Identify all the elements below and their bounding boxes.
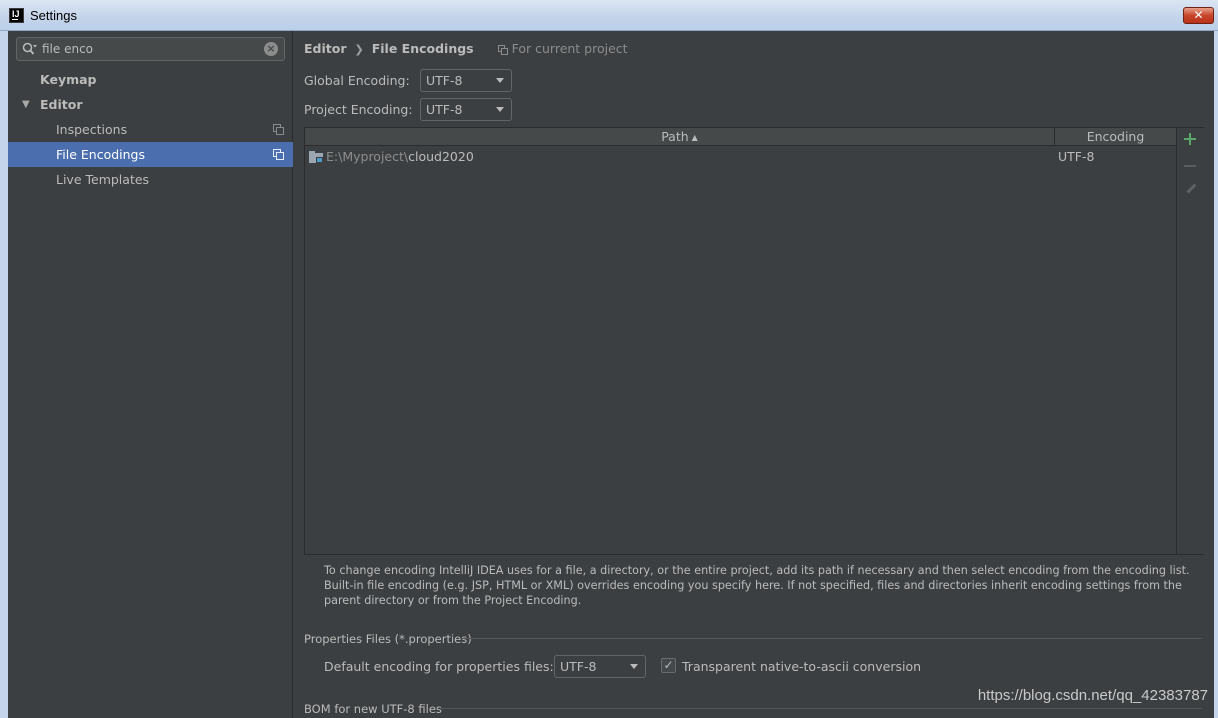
breadcrumb-separator-icon: ❯ (354, 43, 364, 56)
section-divider (462, 638, 1202, 639)
sidebar-item-label: Inspections (56, 122, 128, 137)
settings-search-input[interactable] (42, 40, 257, 58)
chevron-down-icon (496, 78, 504, 83)
chevron-down-icon (496, 107, 504, 112)
scope-label: For current project (497, 41, 628, 56)
project-scope-icon (273, 149, 284, 160)
bom-section-title: BOM for new UTF-8 files (304, 702, 442, 716)
table-header: Path ▲ Encoding (305, 128, 1176, 146)
sidebar-item-file-encodings[interactable]: File Encodings (8, 142, 293, 167)
table-toolbar (1177, 127, 1204, 555)
properties-section-title: Properties Files (*.properties) (304, 632, 472, 646)
watermark-text: https://blog.csdn.net/qq_42383787 (977, 687, 1208, 704)
expanded-arrow-icon[interactable]: ▼ (22, 92, 30, 117)
sidebar-item-label: Live Templates (56, 172, 150, 187)
transparent-conversion-label[interactable]: Transparent native-to-ascii conversion (682, 659, 921, 674)
chevron-down-icon (630, 664, 638, 669)
properties-encoding-select[interactable]: UTF-8 (554, 655, 646, 678)
settings-sidebar: × Keymap ▼ Editor Inspections File Encod… (8, 31, 293, 718)
properties-default-encoding-label: Default encoding for properties files: (324, 659, 554, 674)
module-folder-icon (309, 151, 323, 163)
project-encoding-label: Project Encoding: (304, 102, 413, 117)
encoding-help-text: To change encoding IntelliJ IDEA uses fo… (324, 564, 1190, 607)
sort-ascending-icon: ▲ (691, 133, 698, 142)
window-title-bar[interactable]: IJ Settings ✕ (0, 0, 1218, 31)
encoding-cell[interactable]: UTF-8 (1058, 149, 1094, 164)
encoding-column-header[interactable]: Encoding (1055, 128, 1176, 146)
table-row[interactable]: E:\Myproject\cloud2020 UTF-8 (305, 147, 1176, 167)
properties-encoding-value: UTF-8 (560, 659, 597, 674)
sidebar-item-label: File Encodings (56, 147, 146, 162)
close-window-button[interactable]: ✕ (1183, 7, 1214, 24)
sidebar-item-inspections[interactable]: Inspections (8, 117, 293, 142)
sidebar-item-keymap[interactable]: Keymap (8, 67, 293, 92)
intellij-app-icon: IJ (9, 8, 24, 23)
window-frame-right (1214, 31, 1218, 718)
sidebar-item-editor[interactable]: ▼ Editor (8, 92, 293, 117)
search-icon[interactable] (22, 42, 38, 56)
encoding-mappings-table[interactable]: Path ▲ Encoding E:\Myproject\cloud2020 UT… (304, 127, 1177, 555)
window-title: Settings (30, 8, 77, 23)
path-prefix: E:\Myproject\ (326, 149, 409, 164)
remove-icon[interactable] (1184, 165, 1196, 167)
project-encoding-value: UTF-8 (426, 102, 463, 117)
global-encoding-label: Global Encoding: (304, 73, 410, 88)
path-column-label: Path (661, 129, 689, 144)
sidebar-item-label: Editor (40, 97, 83, 112)
global-encoding-value: UTF-8 (426, 73, 463, 88)
path-name: cloud2020 (408, 149, 474, 164)
window-frame-left (0, 31, 8, 718)
path-column-header[interactable]: Path ▲ (305, 128, 1055, 146)
settings-search-box[interactable]: × (16, 37, 285, 61)
project-scope-icon (497, 45, 508, 55)
sidebar-item-live-templates[interactable]: Live Templates (8, 167, 293, 192)
clear-search-icon[interactable]: × (264, 42, 278, 56)
transparent-conversion-checkbox[interactable]: ✓ (661, 658, 676, 673)
file-encodings-panel: Editor ❯ File Encodings For current projec… (294, 31, 1214, 718)
project-scope-icon (273, 124, 284, 135)
breadcrumb-parent[interactable]: Editor (304, 41, 347, 56)
path-cell: E:\Myproject\cloud2020 (326, 149, 474, 164)
edit-pencil-icon[interactable] (1184, 183, 1198, 197)
breadcrumb-current: File Encodings (371, 41, 474, 56)
sidebar-item-label: Keymap (40, 72, 97, 87)
breadcrumb: Editor ❯ File Encodings For current projec… (304, 41, 628, 57)
section-divider (440, 708, 1202, 709)
global-encoding-select[interactable]: UTF-8 (420, 69, 512, 92)
add-icon[interactable] (1183, 132, 1197, 146)
project-encoding-select[interactable]: UTF-8 (420, 98, 512, 121)
scope-text: For current project (511, 41, 628, 56)
